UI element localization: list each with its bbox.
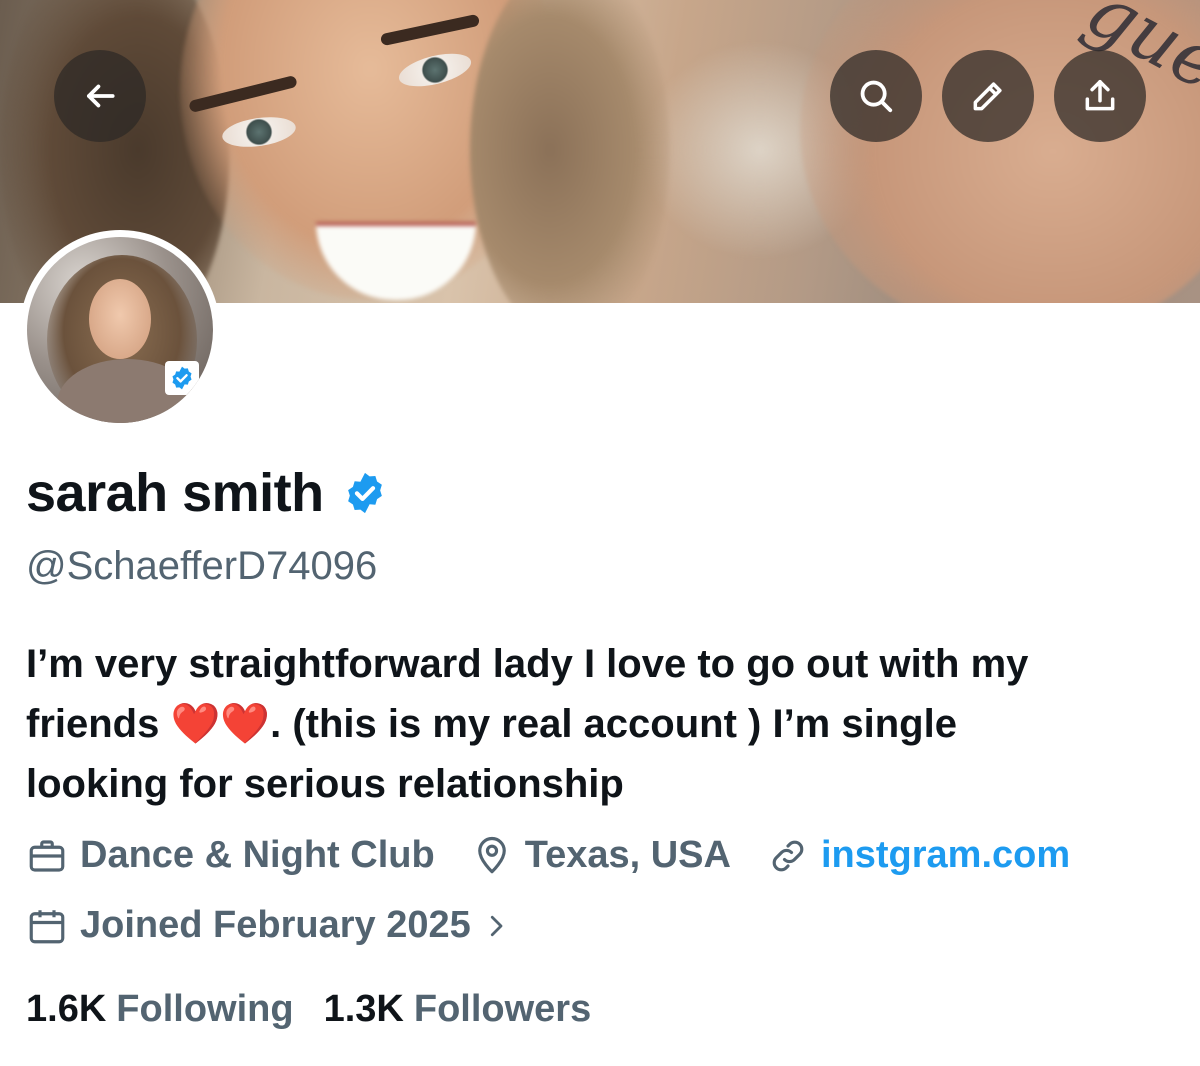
profile-handle: @SchaefferD74096 [26, 544, 378, 588]
followers-label: Followers [413, 988, 592, 1030]
chevron-right-icon [490, 915, 503, 936]
calendar-icon [29, 909, 65, 943]
occupation-text: Dance & Night Club [80, 834, 435, 876]
website-item[interactable]: instgram.com [767, 834, 1070, 877]
share-upload-icon [1085, 80, 1115, 111]
profile-meta-row: Dance & Night Club Texas, USA instgram.c… [26, 834, 1106, 877]
profile-name-row: sarah smith [26, 462, 388, 524]
display-name: sarah smith [26, 463, 324, 523]
back-button[interactable] [54, 50, 146, 142]
occupation-item: Dance & Night Club [26, 834, 435, 877]
avatar-image [27, 237, 213, 423]
bio-line-1: I’m very straightforward lady I love to … [26, 642, 1029, 686]
following-stat[interactable]: 1.6K Following [26, 988, 294, 1031]
share-button[interactable] [1054, 50, 1146, 142]
bio-line-2: friends ❤️❤️. (this is my real account )… [26, 702, 957, 746]
following-count: 1.6K [26, 988, 107, 1030]
search-icon [860, 80, 893, 113]
briefcase-icon [29, 839, 65, 872]
location-item: Texas, USA [471, 834, 731, 877]
bio-line-3: looking for serious relationship [26, 762, 624, 806]
followers-count: 1.3K [323, 988, 404, 1030]
search-button[interactable] [830, 50, 922, 142]
joined-row[interactable]: Joined February 2025 [26, 904, 547, 947]
arrow-left-icon [87, 84, 115, 108]
profile-bio: I’m very straightforward lady I love to … [26, 634, 1176, 814]
edit-button[interactable] [942, 50, 1034, 142]
avatar-verified-badge [165, 361, 199, 395]
location-pin-icon [477, 836, 506, 873]
edit-pencil-icon [973, 82, 1002, 111]
followers-stat[interactable]: 1.3K Followers [324, 988, 592, 1031]
follow-stats: 1.6K Following 1.3K Followers [26, 988, 621, 1031]
joined-text: Joined February 2025 [80, 904, 471, 946]
joined-item[interactable]: Joined February 2025 [26, 904, 511, 947]
website-link[interactable]: instgram.com [821, 834, 1070, 877]
profile-avatar[interactable] [20, 230, 220, 430]
heart-emoji-icon: ❤️❤️ [170, 702, 271, 746]
verified-badge-icon [172, 366, 192, 390]
link-icon [772, 840, 804, 871]
location-text: Texas, USA [524, 834, 731, 876]
verified-badge-icon[interactable] [342, 470, 388, 516]
following-label: Following [116, 988, 294, 1030]
